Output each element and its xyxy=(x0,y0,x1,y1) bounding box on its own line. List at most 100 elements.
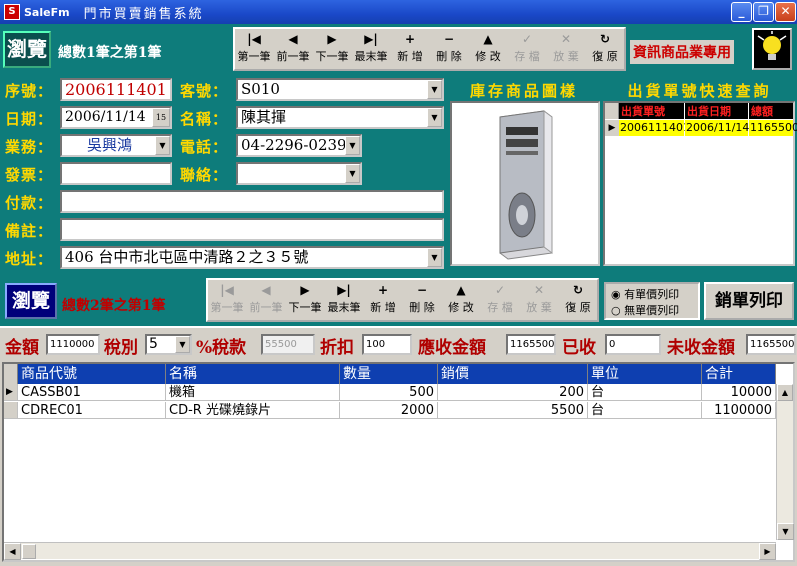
calendar-icon[interactable]: 15 xyxy=(152,108,170,127)
vertical-scrollbar[interactable]: ▲ ▼ xyxy=(776,384,794,540)
table-cell[interactable]: 200 xyxy=(438,384,588,401)
table-cell[interactable]: 500 xyxy=(340,384,438,401)
radio-with-price[interactable]: ◉ 有單價列印 xyxy=(606,284,698,302)
chevron-down-icon[interactable]: ▼ xyxy=(345,164,360,183)
amount-field[interactable]: 1110000 xyxy=(46,334,100,355)
tax-type-select[interactable]: 5 ▼ xyxy=(145,334,192,355)
address-value: 406 台中市北屯區中清路２之３５號 xyxy=(65,248,309,266)
invoice-label: 發票： xyxy=(5,166,54,184)
contact-select[interactable]: ▼ xyxy=(236,162,362,185)
discount-field[interactable]: 100 xyxy=(362,334,412,355)
scroll-up-icon[interactable]: ▲ xyxy=(777,384,793,401)
serial-field[interactable]: 2006111401 xyxy=(60,78,172,101)
table-cell[interactable]: 5500 xyxy=(438,402,588,419)
column-header[interactable]: 出貨日期 xyxy=(685,103,748,119)
table-cell[interactable]: 10000 xyxy=(702,384,776,401)
chevron-down-icon[interactable]: ▼ xyxy=(175,336,190,353)
phone-value: 04-2296-0239 xyxy=(241,136,347,154)
maximize-button[interactable]: ❐ xyxy=(753,2,774,22)
table-cell[interactable]: CDREC01 xyxy=(18,402,166,419)
first-button[interactable]: |◀ 第一筆 xyxy=(235,30,273,72)
add-button-label: 新 增 xyxy=(397,50,423,63)
date-field[interactable]: 2006/11/14 15 xyxy=(60,106,172,129)
chevron-down-icon[interactable]: ▼ xyxy=(345,136,360,155)
save-button[interactable]: ✓ 存 檔 xyxy=(508,30,546,72)
items-grid[interactable]: 商品代號 名稱 數量 銷價 單位 合計 ▶ CASSB01 機箱 500 200 台 10000 CDRE… xyxy=(2,362,795,562)
app-name: SaleFm xyxy=(24,5,70,19)
column-header[interactable]: 銷價 xyxy=(438,364,588,384)
scroll-thumb[interactable] xyxy=(22,544,36,559)
scroll-left-icon[interactable]: ◀ xyxy=(4,543,21,560)
horizontal-scrollbar[interactable]: ◀ ▶ xyxy=(4,542,776,560)
plus-icon: + xyxy=(377,283,389,297)
product-image xyxy=(450,101,600,266)
save-button[interactable]: ✓ 存 檔 xyxy=(481,281,519,323)
undo-button[interactable]: ↻ 復 原 xyxy=(586,30,624,72)
add-button[interactable]: + 新 增 xyxy=(364,281,402,323)
column-header[interactable]: 總額 xyxy=(749,103,793,119)
row-header xyxy=(4,402,18,419)
prev-button[interactable]: ◀ 前一筆 xyxy=(247,281,285,323)
last-button[interactable]: ▶| 最末筆 xyxy=(352,30,390,72)
chevron-down-icon[interactable]: ▼ xyxy=(427,108,442,127)
add-button[interactable]: + 新 增 xyxy=(391,30,429,72)
column-header[interactable]: 出貨單號 xyxy=(619,103,684,119)
next-button[interactable]: ▶ 下一筆 xyxy=(286,281,324,323)
chevron-down-icon[interactable]: ▼ xyxy=(155,136,170,155)
delete-button[interactable]: − 刪 除 xyxy=(403,281,441,323)
invoice-field[interactable] xyxy=(60,162,172,185)
discard-button[interactable]: ✕ 放 棄 xyxy=(547,30,585,72)
received-field[interactable]: 0 xyxy=(605,334,661,355)
chevron-down-icon[interactable]: ▼ xyxy=(427,80,442,99)
record-counter: 總數1筆之第1筆 xyxy=(58,45,162,61)
payment-field[interactable] xyxy=(60,190,444,213)
edit-button-label: 修 改 xyxy=(475,50,501,63)
column-header[interactable]: 商品代號 xyxy=(18,364,166,384)
table-cell[interactable]: 2000 xyxy=(340,402,438,419)
column-header[interactable]: 名稱 xyxy=(166,364,340,384)
date-value: 2006/11/14 xyxy=(65,109,146,125)
scroll-down-icon[interactable]: ▼ xyxy=(777,523,794,540)
next-button[interactable]: ▶ 下一筆 xyxy=(313,30,351,72)
last-button[interactable]: ▶| 最末筆 xyxy=(325,281,363,323)
receivable-field[interactable]: 1165500 xyxy=(506,334,556,355)
table-cell[interactable]: 台 xyxy=(588,384,702,401)
prev-button[interactable]: ◀ 前一筆 xyxy=(274,30,312,72)
customer-no-select[interactable]: S010 ▼ xyxy=(236,78,444,101)
column-header[interactable]: 數量 xyxy=(340,364,438,384)
query-cell[interactable]: 2006/11/14 xyxy=(685,120,749,136)
query-cell[interactable]: 2006111401 xyxy=(619,120,690,136)
row-header-corner xyxy=(605,103,619,119)
phone-select[interactable]: 04-2296-0239 ▼ xyxy=(236,134,362,157)
note-field[interactable] xyxy=(60,218,444,241)
scroll-right-icon[interactable]: ▶ xyxy=(759,543,776,560)
radio-empty-icon: ○ xyxy=(611,304,621,317)
column-header[interactable]: 單位 xyxy=(588,364,702,384)
table-cell[interactable]: CASSB01 xyxy=(18,384,166,401)
table-cell[interactable]: 台 xyxy=(588,402,702,419)
unreceived-field[interactable]: 1165500 xyxy=(746,334,796,355)
discard-button-label: 放 棄 xyxy=(553,50,579,63)
table-cell[interactable]: 1100000 xyxy=(702,402,776,419)
staff-select[interactable]: 吳興鴻 ▼ xyxy=(60,134,172,157)
close-button[interactable]: ✕ xyxy=(775,2,796,22)
radio-without-price[interactable]: ○ 無單價列印 xyxy=(606,302,698,318)
column-header[interactable]: 合計 xyxy=(702,364,776,384)
name-select[interactable]: 陳其揮 ▼ xyxy=(236,106,444,129)
chevron-down-icon[interactable]: ▼ xyxy=(427,248,442,267)
query-cell[interactable]: 1165500 xyxy=(749,120,797,136)
address-select[interactable]: 406 台中市北屯區中清路２之３５號 ▼ xyxy=(60,246,444,269)
undo-button[interactable]: ↻ 復 原 xyxy=(559,281,597,323)
first-button[interactable]: |◀ 第一筆 xyxy=(208,281,246,323)
minimize-button[interactable]: _ xyxy=(731,2,752,22)
quick-query-grid[interactable]: 出貨單號 出貨日期 總額 ▶ 2006111401 2006/11/14 116… xyxy=(603,101,797,266)
image-panel-title: 庫存商品圖樣 xyxy=(469,82,578,100)
table-cell[interactable]: CD-R 光碟燒錄片 xyxy=(166,402,340,419)
delete-button[interactable]: − 刪 除 xyxy=(430,30,468,72)
discard-button[interactable]: ✕ 放 棄 xyxy=(520,281,558,323)
with-price-label: 有單價列印 xyxy=(624,288,680,301)
table-cell[interactable]: 機箱 xyxy=(166,384,340,401)
edit-button[interactable]: ▲ 修 改 xyxy=(442,281,480,323)
print-invoice-button[interactable]: 銷單列印 xyxy=(704,282,794,320)
edit-button[interactable]: ▲ 修 改 xyxy=(469,30,507,72)
